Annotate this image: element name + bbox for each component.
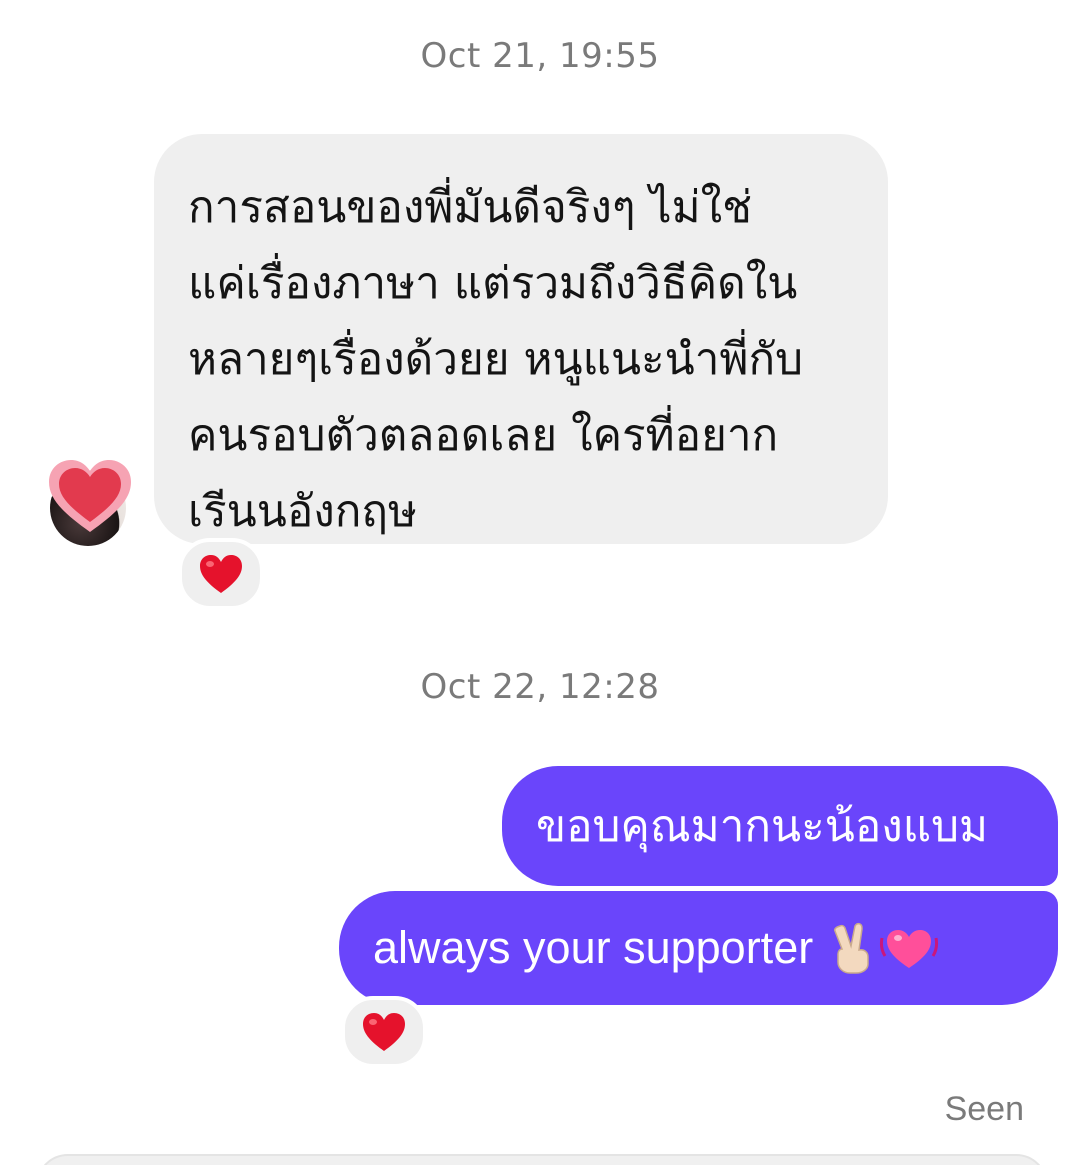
chat-thread: Oct 21, 19:55 การสอนของพี่มันดีจริงๆ ไม่…: [0, 0, 1080, 1165]
reaction-badge[interactable]: [341, 996, 427, 1068]
beating-heart-icon: [880, 930, 939, 968]
message-line: หลายๆเรื่องด้วยย หนูแนะนำพี่กับ: [188, 334, 804, 385]
red-heart-icon: [363, 1013, 405, 1051]
message-line: แค่เรื่องภาษา แต่รวมถึงวิธีคิดใน: [188, 258, 798, 309]
message-line: เรีนนอังกฤษ: [188, 486, 418, 537]
message-composer[interactable]: [36, 1154, 1048, 1165]
timestamp: Oct 22, 12:28: [420, 667, 660, 707]
red-heart-icon: [200, 555, 242, 593]
message-line: การสอนของพี่มันดีจริงๆ ไม่ใช่: [188, 182, 752, 233]
outgoing-message-bubble[interactable]: ขอบคุณมากนะน้องแบม: [502, 766, 1058, 886]
message-line: คนรอบตัวตลอดเลย ใครที่อยาก: [188, 410, 779, 461]
outgoing-message-bubble[interactable]: always your supporter: [339, 891, 1058, 1005]
seen-status: Seen: [944, 1090, 1024, 1128]
heart-sticker-icon: [49, 460, 131, 532]
timestamp: Oct 21, 19:55: [420, 36, 660, 76]
reaction-badge[interactable]: [178, 538, 264, 610]
message-text: always your supporter: [373, 922, 814, 973]
message-text: ขอบคุณมากนะน้องแบม: [536, 801, 989, 852]
victory-hand-icon: [834, 922, 869, 974]
incoming-message-bubble[interactable]: การสอนของพี่มันดีจริงๆ ไม่ใช่ แค่เรื่องภ…: [154, 134, 888, 544]
